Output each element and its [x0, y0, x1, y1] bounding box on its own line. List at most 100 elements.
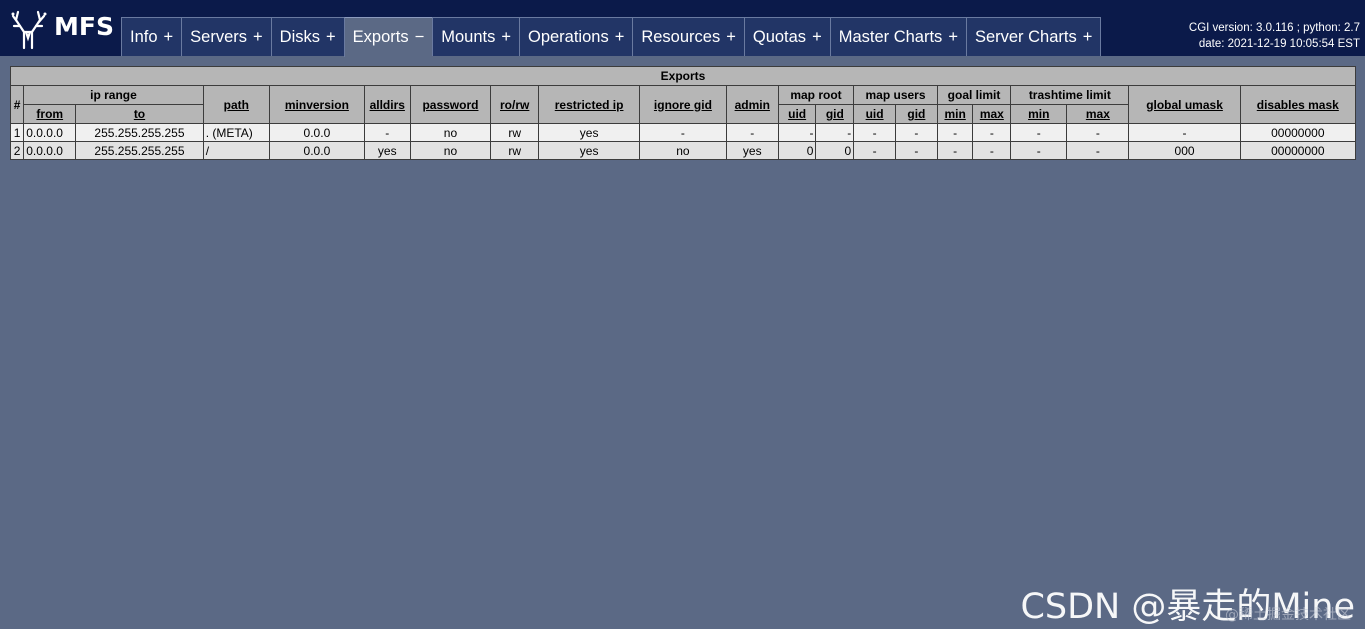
- cell-ignore-gid: -: [639, 123, 727, 142]
- col-root-uid[interactable]: uid: [777, 104, 817, 124]
- col-goal-limit: goal limit: [936, 85, 1012, 105]
- cell-goal-max: -: [972, 123, 1012, 142]
- cell-goal-min: -: [936, 141, 974, 160]
- col-ignore-gid[interactable]: ignore gid: [639, 85, 727, 124]
- col-trash-min[interactable]: min: [1010, 104, 1068, 124]
- tab-label: Server Charts: [974, 28, 1077, 46]
- tab-quotas[interactable]: Quotas +: [743, 17, 830, 56]
- col-users-uid-label: uid: [865, 107, 884, 121]
- cell-password: no: [409, 141, 492, 160]
- logo-text: MFS: [54, 12, 114, 41]
- cell-users-gid: -: [895, 141, 938, 160]
- cell-from: 0.0.0.0: [23, 123, 77, 142]
- cell-minversion: 0.0.0: [268, 123, 365, 142]
- exports-body: 1 0.0.0.0 255.255.255.255. (META) 0.0.0- no r…: [9, 123, 1357, 160]
- cell-ignore-gid: no: [639, 141, 727, 160]
- expand-icon: +: [614, 28, 625, 46]
- date-line: date: 2021-12-19 10:05:54 EST: [1198, 38, 1360, 50]
- tab-label: Quotas: [752, 28, 807, 46]
- cell-root-gid: 0: [815, 141, 855, 160]
- col-goal-max-label: max: [979, 107, 1004, 121]
- expand-icon: +: [812, 28, 822, 46]
- col-to[interactable]: to: [75, 104, 204, 124]
- col-goal-max[interactable]: max: [972, 104, 1012, 124]
- tab-server-charts[interactable]: Server Charts +: [965, 17, 1102, 56]
- col-goal-min[interactable]: min: [936, 104, 974, 124]
- cell-global-umask: -: [1128, 123, 1241, 142]
- cell-alldirs: -: [363, 123, 411, 142]
- tab-label: Master Charts: [838, 28, 943, 46]
- table-row: 1 0.0.0.0 255.255.255.255. (META) 0.0.0- no r…: [9, 123, 1357, 142]
- cell-to: 255.255.255.255: [75, 141, 204, 160]
- col-users-uid[interactable]: uid: [853, 104, 896, 124]
- col-index: #: [9, 85, 25, 124]
- col-users-gid[interactable]: gid: [895, 104, 938, 124]
- col-ignore-gid-label: ignore gid: [653, 97, 712, 112]
- top-header: MFS Info + Servers + Disks + Exports − Mounts + Op…: [0, 0, 1365, 57]
- cgi-info: CGI version: 3.0.116 ; python: 2.7 date:…: [1189, 20, 1360, 52]
- cell-path: /: [202, 141, 270, 160]
- tab-disks[interactable]: Disks +: [270, 17, 344, 56]
- cell-path: . (META): [202, 123, 270, 142]
- tab-label: Info: [130, 28, 158, 46]
- cell-alldirs: yes: [363, 141, 411, 160]
- tab-info[interactable]: Info +: [121, 17, 182, 56]
- mfs-logo[interactable]: MFS: [10, 6, 114, 50]
- tab-label: Exports: [352, 28, 409, 46]
- col-users-gid-label: gid: [907, 107, 926, 121]
- tab-label: Servers: [190, 28, 248, 46]
- table-title: Exports: [10, 66, 1356, 86]
- col-restricted-ip-label: restricted ip: [554, 97, 624, 112]
- exports-table: Exports # ip range path minversion alldi…: [9, 66, 1357, 160]
- collapse-icon: −: [414, 28, 425, 46]
- col-map-root: map root: [777, 85, 855, 105]
- cell-minversion: 0.0.0: [268, 141, 365, 160]
- expand-icon: +: [948, 28, 958, 46]
- tab-mounts[interactable]: Mounts +: [432, 17, 519, 56]
- col-global-umask-label: global umask: [1146, 97, 1223, 112]
- cell-root-uid: -: [777, 123, 817, 142]
- cell-goal-max: -: [972, 141, 1012, 160]
- col-rorw[interactable]: ro/rw: [490, 85, 540, 124]
- expand-icon: +: [163, 28, 174, 46]
- tab-resources[interactable]: Resources +: [632, 17, 744, 56]
- col-disables-mask[interactable]: disables mask: [1239, 85, 1357, 124]
- cell-trash-max: -: [1066, 123, 1130, 142]
- col-global-umask[interactable]: global umask: [1128, 85, 1241, 124]
- col-admin-label: admin: [734, 97, 770, 112]
- cell-disables-mask: 00000000: [1239, 141, 1357, 160]
- col-from[interactable]: from: [23, 104, 77, 124]
- col-path[interactable]: path: [202, 85, 270, 124]
- cell-rorw: rw: [490, 141, 540, 160]
- tab-label: Disks: [279, 28, 321, 46]
- col-trash-max[interactable]: max: [1066, 104, 1130, 124]
- tab-servers[interactable]: Servers +: [181, 17, 271, 56]
- cell-users-gid: -: [895, 123, 938, 142]
- tab-exports[interactable]: Exports −: [343, 17, 433, 57]
- cell-trash-min: -: [1010, 141, 1068, 160]
- col-minversion[interactable]: minversion: [268, 85, 365, 124]
- cell-rorw: rw: [490, 123, 540, 142]
- col-disables-mask-label: disables mask: [1256, 97, 1339, 112]
- col-admin[interactable]: admin: [725, 85, 779, 124]
- col-restricted-ip[interactable]: restricted ip: [538, 85, 641, 124]
- moose-antler-icon: [11, 10, 47, 50]
- col-rorw-label: ro/rw: [500, 97, 530, 112]
- col-root-gid[interactable]: gid: [815, 104, 855, 124]
- tab-master-charts[interactable]: Master Charts +: [829, 17, 966, 56]
- cell-to: 255.255.255.255: [75, 123, 204, 142]
- col-trashtime-limit: trashtime limit: [1010, 85, 1130, 105]
- col-trash-min-label: min: [1028, 107, 1050, 121]
- cell-password: no: [409, 123, 492, 142]
- cell-restricted-ip: yes: [538, 123, 641, 142]
- col-password[interactable]: password: [409, 85, 492, 124]
- expand-icon: +: [726, 28, 736, 46]
- tab-label: Mounts: [441, 28, 496, 46]
- col-trash-max-label: max: [1085, 107, 1110, 121]
- tab-operations[interactable]: Operations +: [518, 17, 633, 56]
- expand-icon: +: [326, 28, 336, 46]
- col-minversion-label: minversion: [284, 97, 349, 112]
- cgi-version-line: CGI version: 3.0.116 ; python: 2.7: [1188, 22, 1360, 34]
- col-ip-range: ip range: [23, 85, 204, 105]
- col-alldirs[interactable]: alldirs: [363, 85, 411, 124]
